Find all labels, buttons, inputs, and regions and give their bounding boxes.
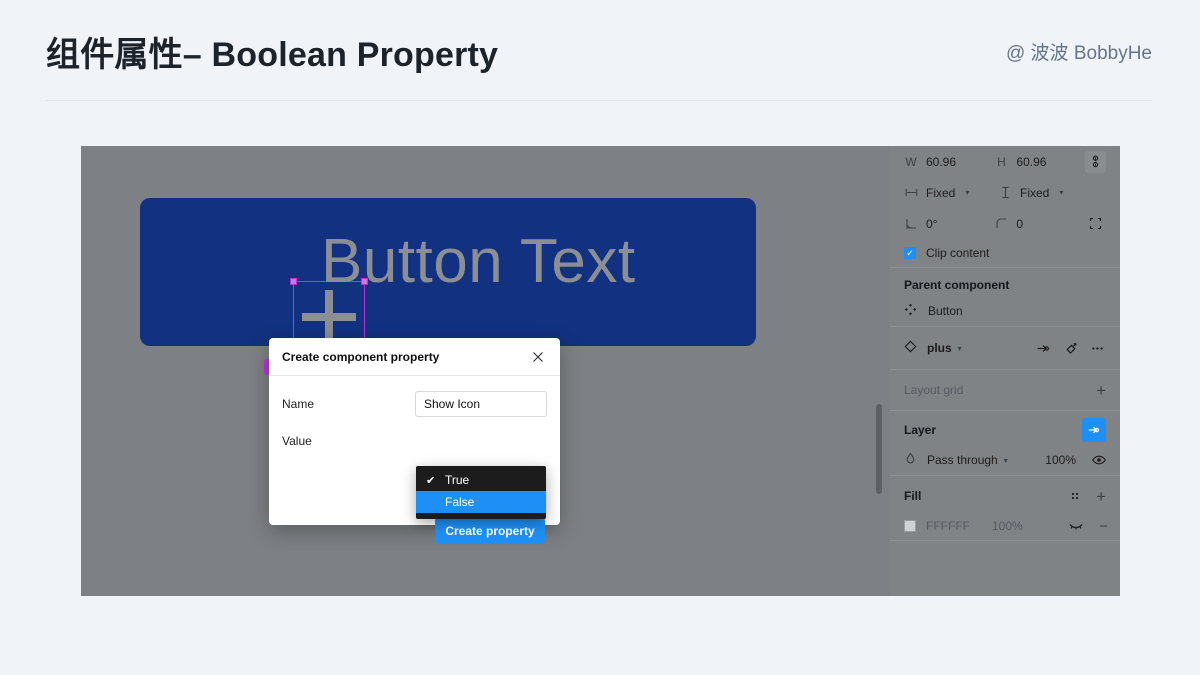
dialog-title: Create component property: [282, 349, 440, 364]
slide: 组件属性– Boolean Property @ 波波 BobbyHe 60.9…: [0, 0, 1200, 675]
rotation-field[interactable]: 0°: [904, 217, 994, 231]
value-dropdown-menu[interactable]: ✔ True False: [416, 466, 546, 519]
layout-grid-row: Layout grid +: [890, 370, 1120, 410]
horizontal-resize-select[interactable]: Fixed ▾: [904, 186, 998, 200]
component-icon: [904, 303, 918, 319]
fill-title: Fill: [904, 489, 922, 503]
height-label: H: [997, 154, 1006, 169]
swap-instance-icon[interactable]: [1032, 337, 1054, 359]
corner-radius-value: 0: [1016, 216, 1024, 231]
link-icon[interactable]: [1084, 150, 1106, 173]
add-fill-button[interactable]: +: [1096, 488, 1106, 505]
value-label: Value: [282, 434, 312, 448]
vertical-resize-select[interactable]: Fixed ▾: [998, 186, 1092, 200]
corner-radius-icon: [994, 217, 1008, 231]
layer-title: Layer: [904, 423, 937, 437]
layer-title-row: Layer: [890, 411, 1120, 445]
create-property-button[interactable]: Create property: [435, 517, 545, 544]
resize-row: Fixed ▾ Fixed ▾: [890, 177, 1120, 208]
page-title: 组件属性– Boolean Property: [46, 36, 499, 74]
fill-hex-value[interactable]: FFFFFF: [926, 519, 970, 533]
panel-section-fill: Fill + FFFFFF 100% −: [890, 476, 1120, 541]
fill-opacity-value[interactable]: 100%: [992, 519, 1023, 533]
chevron-down-icon: ▾: [965, 188, 970, 197]
clip-content-checkbox[interactable]: ✓: [904, 247, 916, 259]
vertical-resize-value: Fixed: [1020, 185, 1050, 200]
remove-fill-button[interactable]: −: [1099, 518, 1108, 535]
fill-title-row: Fill +: [890, 476, 1120, 512]
instance-name: plus: [927, 341, 952, 355]
horizontal-resize-icon: [904, 186, 918, 200]
rotation-value: 0°: [926, 216, 938, 231]
height-field[interactable]: H 60.96: [994, 155, 1084, 169]
eye-icon[interactable]: [1088, 449, 1110, 471]
layer-opacity-value[interactable]: 100%: [1045, 453, 1076, 467]
name-input[interactable]: Show Icon: [415, 391, 547, 417]
close-icon[interactable]: [529, 348, 547, 366]
width-label: W: [905, 154, 917, 169]
eye-off-icon[interactable]: [1065, 515, 1087, 537]
figma-screenshot: 60.96 × 60.96 Button Text W 60.96 H 60.9…: [81, 146, 1120, 596]
width-value: 60.96: [926, 154, 957, 169]
panel-section-layer: Layer Pass through ▾ 100%: [890, 411, 1120, 476]
detach-instance-icon[interactable]: [1060, 337, 1082, 359]
rotation-radius-row: 0° 0: [890, 208, 1120, 239]
button-component[interactable]: 60.96 × 60.96 Button Text: [140, 198, 756, 375]
vertical-resize-icon: [998, 186, 1012, 200]
parent-component-title: Parent component: [904, 278, 1010, 292]
rotation-icon: [904, 217, 918, 231]
parent-component-title-row: Parent component: [890, 268, 1120, 296]
author-credit: @ 波波 BobbyHe: [1005, 43, 1152, 64]
name-field-row: Name Show Icon: [282, 388, 547, 420]
dropdown-option-true[interactable]: ✔ True: [416, 469, 546, 491]
panel-section-size: W 60.96 H 60.96 Fixed ▾ Fixed ▾ 0° 0 ✓ C…: [890, 146, 1120, 268]
more-options-icon[interactable]: [1086, 337, 1108, 359]
blend-mode-icon: [904, 452, 917, 468]
dialog-body: Name Show Icon Value Create property ✔ T…: [269, 376, 560, 544]
blend-mode-value: Pass through: [927, 453, 998, 467]
resize-handle-top-left[interactable]: [290, 278, 297, 285]
name-label: Name: [282, 397, 315, 411]
corner-radius-field[interactable]: 0: [994, 217, 1084, 231]
header-divider: [46, 100, 1152, 101]
layout-grid-title: Layout grid: [904, 383, 964, 397]
fill-row[interactable]: FFFFFF 100% −: [890, 512, 1120, 540]
corners-icon[interactable]: [1085, 213, 1106, 235]
canvas-scrollbar[interactable]: [876, 404, 882, 494]
styles-icon[interactable]: [1064, 485, 1086, 507]
fill-color-swatch[interactable]: [904, 520, 916, 532]
panel-section-instance: plus ▾: [890, 327, 1120, 370]
check-icon: ✔: [426, 474, 436, 487]
clip-content-label: Clip content: [926, 246, 990, 260]
instance-row[interactable]: plus ▾: [890, 327, 1120, 369]
clip-content-row[interactable]: ✓ Clip content: [890, 239, 1120, 267]
plus-icon-vertical: [325, 290, 333, 344]
dropdown-option-label: False: [445, 495, 475, 509]
create-component-property-dialog: Create component property Name Show Icon…: [269, 338, 560, 544]
size-row: W 60.96 H 60.96: [890, 146, 1120, 177]
horizontal-resize-value: Fixed: [926, 185, 956, 200]
instance-icon: [904, 340, 917, 356]
parent-component-row[interactable]: Button: [890, 296, 1120, 326]
dropdown-option-false[interactable]: False: [416, 491, 546, 513]
width-field[interactable]: W 60.96: [904, 155, 994, 169]
button-text-label: Button Text: [321, 227, 636, 296]
chevron-down-icon[interactable]: ▾: [1004, 456, 1008, 465]
parent-component-name: Button: [928, 304, 963, 318]
chevron-down-icon[interactable]: ▾: [958, 344, 962, 353]
panel-section-parent-component: Parent component Button: [890, 268, 1120, 327]
panel-section-layout-grid: Layout grid +: [890, 370, 1120, 411]
inspector-panel: W 60.96 H 60.96 Fixed ▾ Fixed ▾ 0° 0 ✓ C…: [890, 146, 1120, 596]
dialog-header: Create component property: [269, 338, 560, 376]
chevron-down-icon: ▾: [1059, 188, 1064, 197]
add-layout-grid-button[interactable]: +: [1096, 382, 1106, 399]
value-field-row: Value: [282, 425, 547, 457]
height-value: 60.96: [1016, 154, 1047, 169]
layer-blend-row[interactable]: Pass through ▾ 100%: [890, 445, 1120, 475]
apply-icon[interactable]: [1082, 418, 1106, 442]
dropdown-option-label: True: [445, 473, 470, 487]
